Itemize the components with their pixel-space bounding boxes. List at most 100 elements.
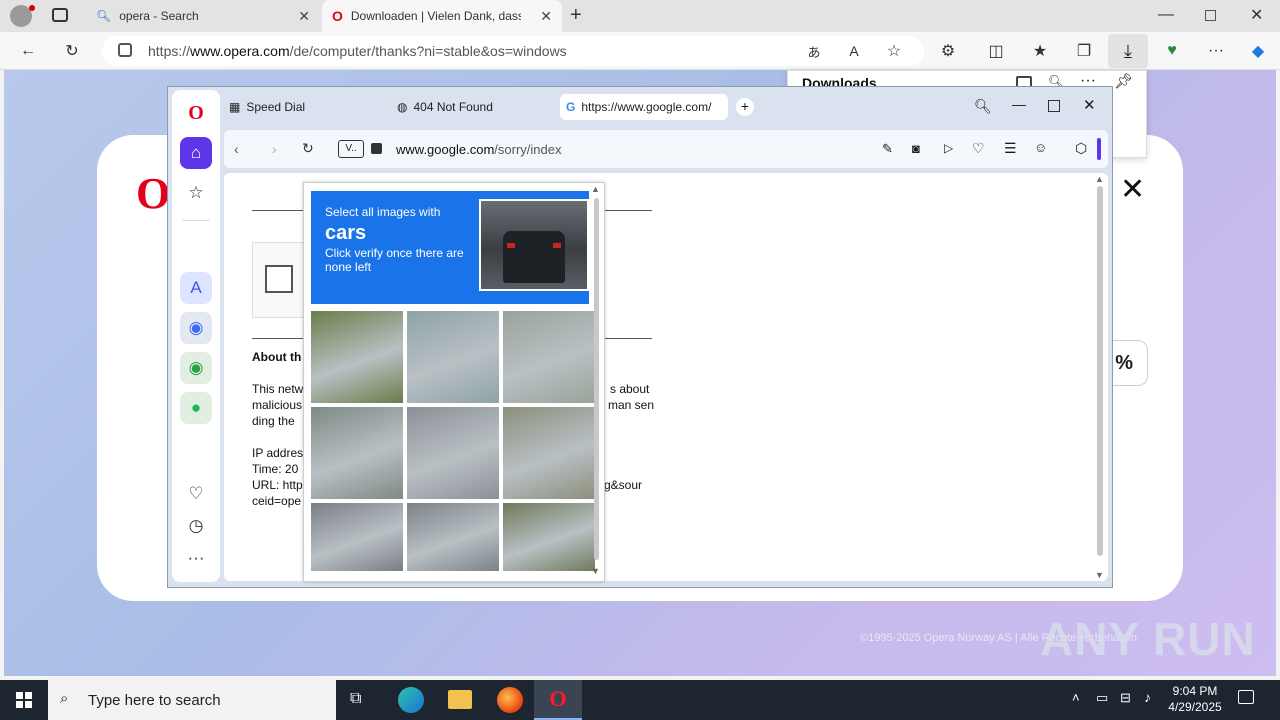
scroll-up-icon[interactable]: ▲ bbox=[591, 184, 600, 194]
back-icon[interactable]: ← bbox=[16, 39, 40, 63]
split-screen-icon[interactable]: ◫ bbox=[984, 39, 1008, 63]
captcha-tile[interactable] bbox=[311, 503, 403, 571]
downloads-button[interactable]: ⤓ bbox=[1108, 34, 1148, 68]
edge-tab-opera[interactable]: O Downloaden | Vielen Dank, dass ✕ bbox=[322, 0, 562, 32]
file-explorer-icon[interactable] bbox=[448, 690, 472, 709]
captcha-tile[interactable] bbox=[407, 311, 499, 403]
pin-icon[interactable]: 📌︎ bbox=[1114, 72, 1133, 90]
network-icon[interactable]: ⊟ bbox=[1120, 690, 1131, 706]
spotify-icon[interactable]: ● bbox=[180, 392, 212, 424]
tab-actions-icon[interactable] bbox=[52, 8, 68, 22]
page-scrollbar[interactable] bbox=[1097, 186, 1103, 556]
opera-tab-google[interactable]: G https://www.google.com/ bbox=[560, 94, 728, 120]
extensions-cube-icon[interactable]: ⬡ bbox=[1075, 140, 1087, 157]
clock[interactable]: 9:04 PM 4/29/2025 bbox=[1164, 683, 1226, 715]
whatsapp-icon[interactable]: ◉ bbox=[180, 352, 212, 384]
minimize-icon[interactable]: — bbox=[1158, 6, 1174, 24]
read-aloud-icon[interactable]: A bbox=[842, 39, 866, 63]
aria-icon[interactable]: A bbox=[180, 272, 212, 304]
more-menu-icon[interactable]: ··· bbox=[1204, 39, 1228, 63]
edge-tab-label: opera - Search bbox=[119, 9, 199, 23]
captcha-sample-image bbox=[479, 199, 589, 291]
captcha-target: cars bbox=[325, 222, 367, 244]
edit-icon[interactable]: ✎ bbox=[882, 141, 893, 157]
favorites-icon[interactable]: ★ bbox=[1028, 39, 1052, 63]
captcha-tile[interactable] bbox=[407, 407, 499, 499]
firefox-icon[interactable] bbox=[497, 687, 523, 713]
google-icon: G bbox=[566, 100, 576, 114]
sidebar-more-icon[interactable]: ··· bbox=[180, 542, 212, 574]
show-hidden-icons[interactable]: ˄ bbox=[1072, 690, 1080, 705]
captcha-tile[interactable] bbox=[407, 503, 499, 571]
history-icon[interactable]: ◷ bbox=[180, 510, 212, 542]
captcha-scrollbar[interactable] bbox=[594, 198, 599, 560]
close-window-icon[interactable]: ✕ bbox=[1250, 5, 1263, 25]
sidebar-divider bbox=[182, 220, 210, 221]
forward-icon[interactable]: › bbox=[272, 141, 277, 157]
close-icon[interactable]: ✕ bbox=[1120, 172, 1145, 207]
favorite-star-icon[interactable]: ☆ bbox=[882, 39, 906, 63]
captcha-tile[interactable] bbox=[503, 407, 595, 499]
opera-url-text[interactable]: www.google.com/sorry/index bbox=[396, 142, 561, 157]
address-domain: www.opera.com bbox=[190, 43, 290, 59]
minimize-icon[interactable]: — bbox=[1012, 96, 1026, 112]
lock-icon[interactable] bbox=[118, 43, 132, 57]
close-tab-icon[interactable]: ✕ bbox=[540, 8, 552, 25]
play-icon[interactable]: ▷ bbox=[944, 141, 953, 155]
recaptcha-checkbox[interactable] bbox=[265, 265, 293, 293]
opera-tab-404[interactable]: ◍ 404 Not Found bbox=[397, 95, 493, 119]
messenger-icon[interactable]: ◉ bbox=[180, 312, 212, 344]
new-tab-icon[interactable]: + bbox=[570, 4, 582, 27]
reload-icon[interactable]: ↻ bbox=[302, 140, 314, 157]
home-icon[interactable]: ⌂ bbox=[180, 137, 212, 169]
opera-taskbar-button[interactable]: O bbox=[534, 680, 582, 720]
edge-tab-search[interactable]: 🔍︎ opera - Search ✕ bbox=[86, 0, 320, 32]
search-tabs-icon[interactable]: 🔍︎ bbox=[974, 98, 992, 115]
body-line-2: malicious bbox=[252, 398, 303, 412]
taskbar-search[interactable]: Type here to search bbox=[48, 680, 336, 720]
collections-icon[interactable]: ❐ bbox=[1072, 39, 1096, 63]
easy-setup-icon[interactable]: ☰ bbox=[1004, 140, 1017, 157]
extensions-icon[interactable]: ⚙ bbox=[936, 39, 960, 63]
volume-icon[interactable]: ♪ bbox=[1144, 689, 1151, 705]
edge-taskbar-icon[interactable] bbox=[398, 687, 424, 713]
bookmarks-star-icon[interactable]: ☆ bbox=[180, 177, 212, 209]
heart-icon[interactable]: ♡ bbox=[972, 140, 985, 157]
opera-tab-label: Speed Dial bbox=[246, 100, 306, 114]
captcha-tile[interactable] bbox=[503, 503, 595, 571]
camera-icon[interactable]: ◙ bbox=[912, 141, 920, 156]
scroll-down-icon[interactable]: ▼ bbox=[591, 566, 600, 576]
account-icon[interactable]: ☺ bbox=[1034, 140, 1047, 155]
refresh-icon[interactable]: ↻ bbox=[60, 39, 84, 63]
windows-icon bbox=[16, 692, 32, 708]
percent-label: % bbox=[1115, 351, 1133, 374]
heart-icon[interactable]: ♡ bbox=[180, 478, 212, 510]
captcha-tile[interactable] bbox=[503, 311, 595, 403]
about-heading: About th bbox=[252, 350, 302, 364]
edge-address-bar[interactable]: https://www.opera.com/de/computer/thanks… bbox=[102, 36, 924, 66]
back-icon[interactable]: ‹ bbox=[234, 141, 239, 157]
notifications-icon[interactable] bbox=[1238, 690, 1254, 704]
opera-tab-speed-dial[interactable]: ▦ Speed Dial bbox=[229, 95, 305, 119]
performance-icon[interactable]: ♥ bbox=[1160, 39, 1184, 63]
translate-icon[interactable]: あ bbox=[802, 39, 826, 63]
captcha-tile[interactable] bbox=[311, 407, 403, 499]
scroll-up-icon[interactable]: ▲ bbox=[1095, 174, 1104, 184]
copilot-icon[interactable]: ◆ bbox=[1246, 39, 1270, 63]
opera-menu-icon[interactable]: O bbox=[180, 97, 212, 129]
sidebar-toggle-indicator[interactable] bbox=[1097, 138, 1101, 160]
close-tab-icon[interactable]: ✕ bbox=[298, 8, 310, 25]
start-button[interactable] bbox=[0, 680, 48, 720]
task-view-icon[interactable]: ⧉ bbox=[350, 690, 361, 708]
new-tab-icon[interactable]: + bbox=[736, 98, 754, 116]
device-icon[interactable]: ▭ bbox=[1096, 690, 1108, 706]
lock-icon[interactable] bbox=[371, 143, 382, 154]
vpn-badge[interactable]: V.. bbox=[338, 140, 364, 158]
address-prefix: https:// bbox=[148, 43, 191, 59]
restore-icon[interactable] bbox=[1205, 10, 1216, 21]
maximize-icon[interactable] bbox=[1048, 100, 1060, 112]
close-window-icon[interactable]: ✕ bbox=[1083, 96, 1096, 114]
scroll-down-icon[interactable]: ▼ bbox=[1095, 570, 1104, 580]
opera-logo-icon: O bbox=[332, 8, 343, 24]
captcha-tile[interactable] bbox=[311, 311, 403, 403]
